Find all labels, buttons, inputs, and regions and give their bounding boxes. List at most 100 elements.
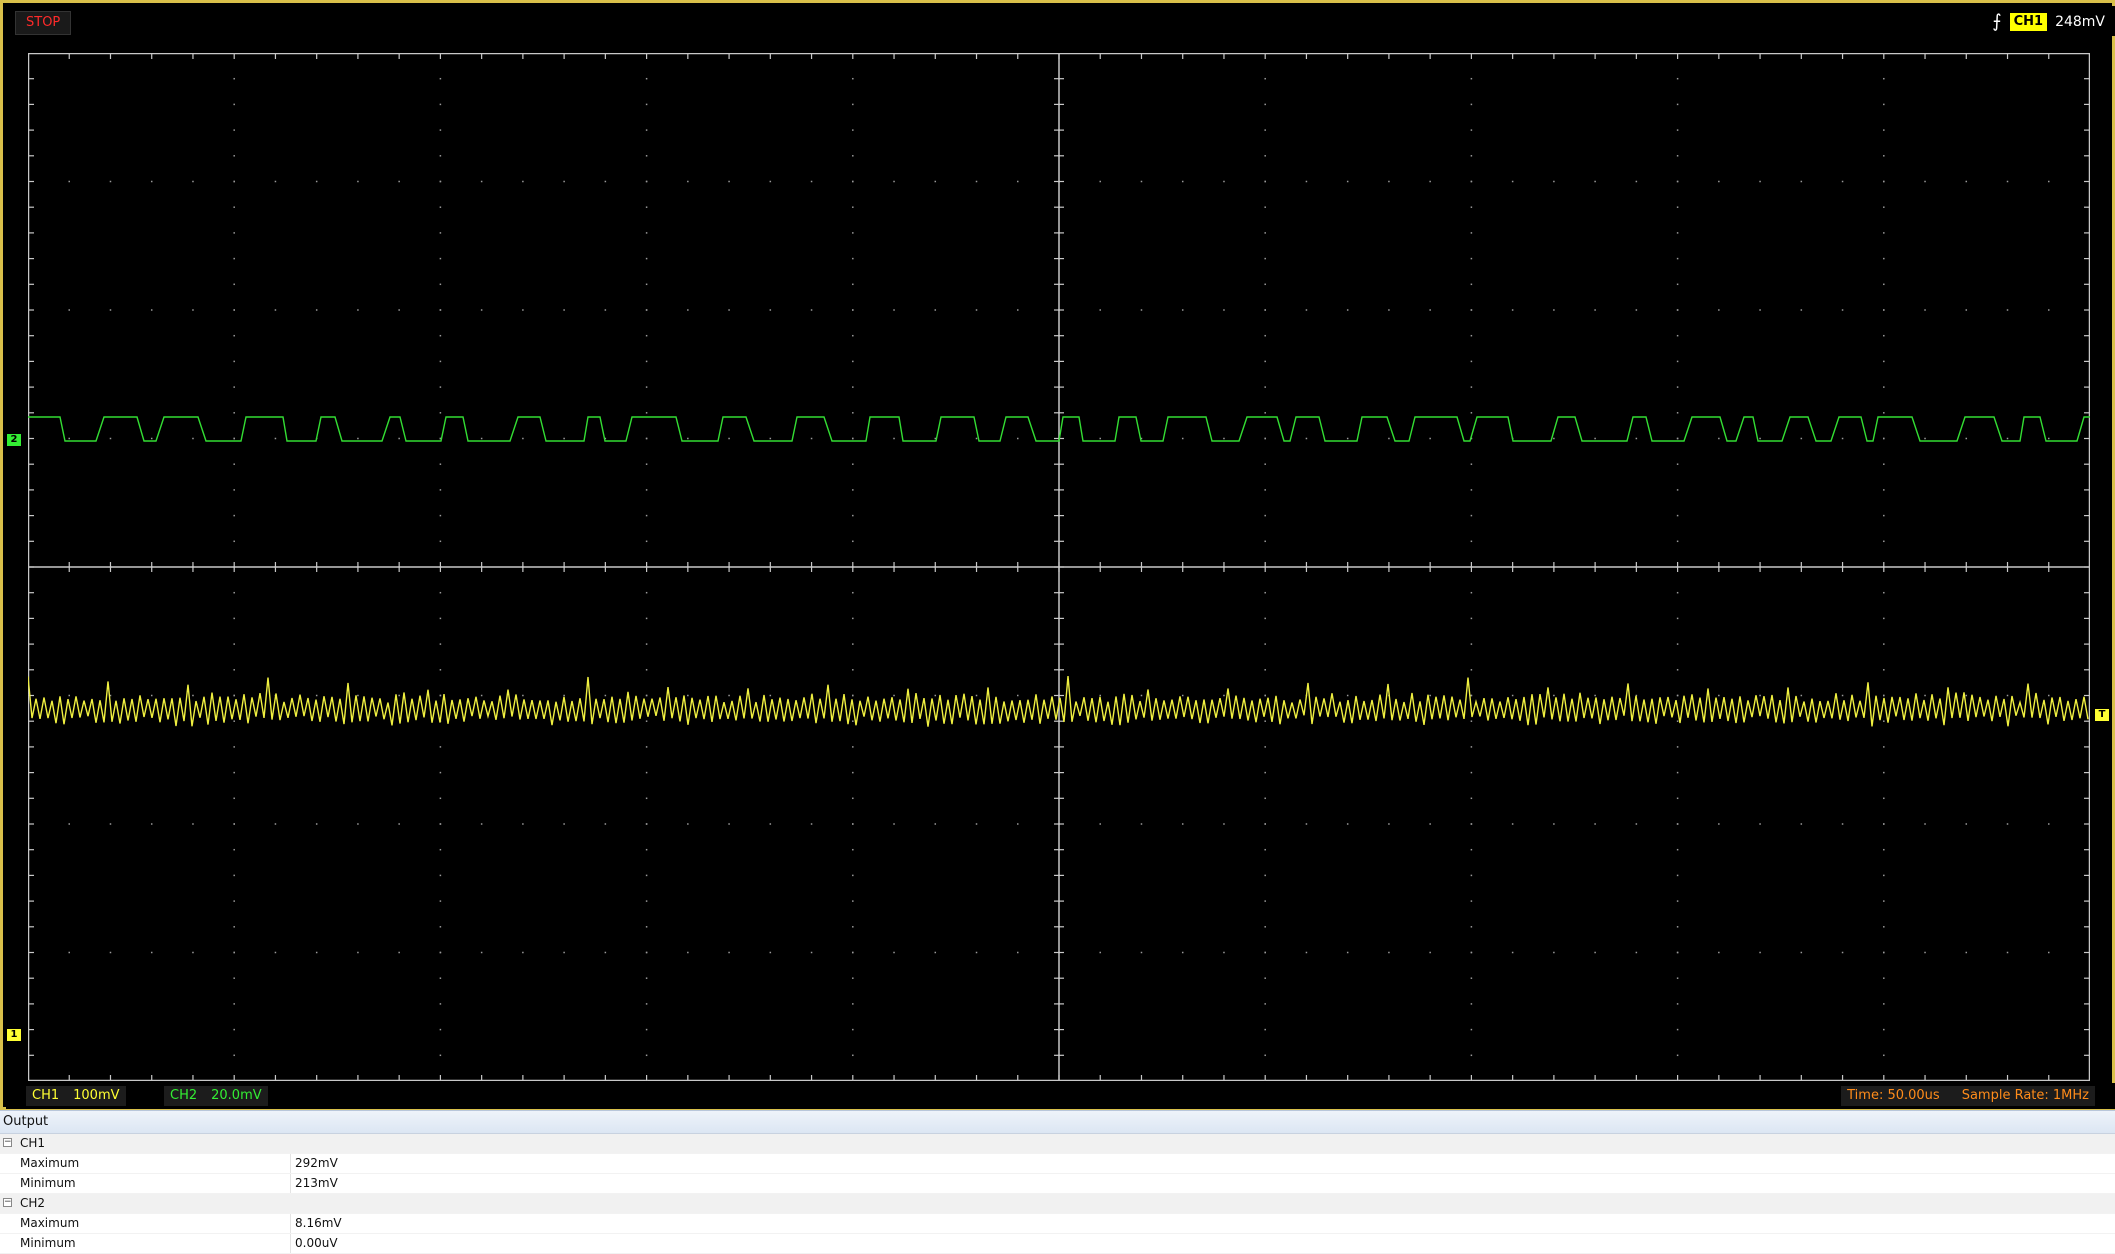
- grid-dot: [233, 180, 235, 183]
- waveform-grid[interactable]: [28, 53, 2090, 1081]
- grid-dot: [1264, 1028, 1266, 1031]
- grid-dot: [852, 309, 854, 311]
- output-group-ch1[interactable]: − CH1: [0, 1134, 2115, 1154]
- grid-dot: [1305, 951, 1308, 954]
- grid-dot: [233, 514, 235, 517]
- output-row[interactable]: Maximum 292mV: [0, 1154, 2115, 1174]
- grid-dot: [1264, 489, 1266, 491]
- trigger-info[interactable]: ⨍ CH1 248mV: [1992, 11, 2105, 33]
- grid-dot: [1883, 77, 1885, 80]
- grid-dot: [852, 771, 854, 774]
- grid-dot: [398, 309, 400, 311]
- grid-dot: [1800, 180, 1803, 183]
- property-label: Maximum: [20, 1216, 80, 1230]
- grid-dot: [852, 591, 854, 594]
- grid-dot: [563, 951, 565, 954]
- grid-dot: [150, 951, 153, 954]
- trigger-level-marker[interactable]: T: [2095, 709, 2109, 721]
- grid-dot: [604, 180, 607, 183]
- grid-dot: [1470, 669, 1473, 671]
- grid-dot: [1924, 437, 1926, 440]
- column-divider: [290, 1154, 291, 1173]
- grid-dot: [439, 232, 442, 234]
- grid-dot: [604, 694, 607, 697]
- ch1-name: CH1: [32, 1088, 60, 1103]
- grid-dot: [2006, 951, 2009, 954]
- grid-dot: [1883, 155, 1885, 157]
- grid-dot: [1883, 848, 1885, 851]
- trigger-channel-badge[interactable]: CH1: [2009, 13, 2048, 31]
- grid-dot: [1883, 874, 1885, 877]
- run-stop-button[interactable]: STOP: [15, 11, 72, 35]
- grid-dot: [975, 694, 978, 697]
- grid-dot: [1264, 900, 1266, 902]
- grid-dot: [1924, 823, 1926, 825]
- grid-dot: [1965, 694, 1968, 697]
- grid-dot: [1883, 926, 1885, 928]
- grid-dot: [1883, 257, 1885, 260]
- grid-dot: [357, 180, 359, 183]
- grid-dot: [645, 951, 648, 954]
- grid-dot: [1264, 694, 1266, 697]
- grid-dot: [1676, 977, 1679, 979]
- grid-dot: [439, 1028, 442, 1031]
- grid-dot: [852, 103, 854, 106]
- grid-dot: [852, 720, 854, 722]
- grid-dot: [274, 823, 277, 825]
- grid-dot: [1346, 437, 1349, 440]
- grid-dot: [1470, 103, 1473, 106]
- ch2-level-marker[interactable]: 2: [7, 434, 21, 446]
- grid-dot: [852, 977, 854, 979]
- grid-dot: [1676, 334, 1679, 337]
- collapse-icon[interactable]: −: [3, 1138, 12, 1147]
- grid-dot: [357, 951, 359, 954]
- grid-dot: [1676, 77, 1679, 80]
- ch1-level-marker[interactable]: 1: [7, 1029, 21, 1041]
- grid-dot: [233, 206, 235, 208]
- grid-dot: [1800, 309, 1803, 311]
- grid-dot: [1883, 771, 1885, 774]
- output-row[interactable]: Maximum 8.16mV: [0, 1214, 2115, 1234]
- grid-dot: [645, 514, 648, 517]
- grid-dot: [1676, 283, 1679, 286]
- grid-dot: [315, 823, 318, 825]
- grid-dot: [480, 823, 483, 825]
- grid-dot: [439, 694, 442, 697]
- grid-dot: [357, 309, 359, 311]
- output-row[interactable]: Minimum 0.00uV: [0, 1234, 2115, 1254]
- grid-dot: [1470, 746, 1473, 748]
- grid-dot: [109, 437, 112, 440]
- ch2-scale-indicator[interactable]: CH2 20.0mV: [164, 1086, 268, 1106]
- grid-dot: [150, 309, 153, 311]
- grid-dot: [645, 694, 648, 697]
- grid-dot: [1676, 180, 1679, 183]
- grid-dot: [233, 77, 235, 80]
- output-group-ch2[interactable]: − CH2: [0, 1194, 2115, 1214]
- ch1-volts-per-div: 100mV: [73, 1088, 120, 1103]
- grid-dot: [852, 1028, 854, 1031]
- grid-dot: [1470, 257, 1473, 260]
- ch1-scale-indicator[interactable]: CH1 100mV: [26, 1086, 126, 1106]
- grid-dot: [233, 386, 235, 388]
- grid-dot: [1759, 951, 1761, 954]
- grid-dot: [439, 797, 442, 800]
- grid-dot: [439, 848, 442, 851]
- grid-dot: [1470, 823, 1473, 825]
- grid-dot: [975, 823, 978, 825]
- grid-dot: [1264, 1054, 1266, 1057]
- grid-dot: [1883, 823, 1885, 825]
- grid-dot: [274, 437, 277, 440]
- grid-dot: [439, 180, 442, 183]
- grid-dot: [439, 669, 442, 671]
- grid-dot: [398, 823, 400, 825]
- grid-dot: [1470, 643, 1473, 645]
- timebase-info[interactable]: Time: 50.00us Sample Rate: 1MHz: [1841, 1086, 2095, 1106]
- output-row[interactable]: Minimum 213mV: [0, 1174, 2115, 1194]
- grid-dot: [1800, 694, 1803, 697]
- grid-dot: [1388, 823, 1390, 825]
- grid-dot: [1553, 694, 1555, 697]
- grid-dot: [687, 823, 689, 825]
- grid-dot: [522, 694, 524, 697]
- grid-dot: [852, 823, 854, 825]
- collapse-icon[interactable]: −: [3, 1198, 12, 1207]
